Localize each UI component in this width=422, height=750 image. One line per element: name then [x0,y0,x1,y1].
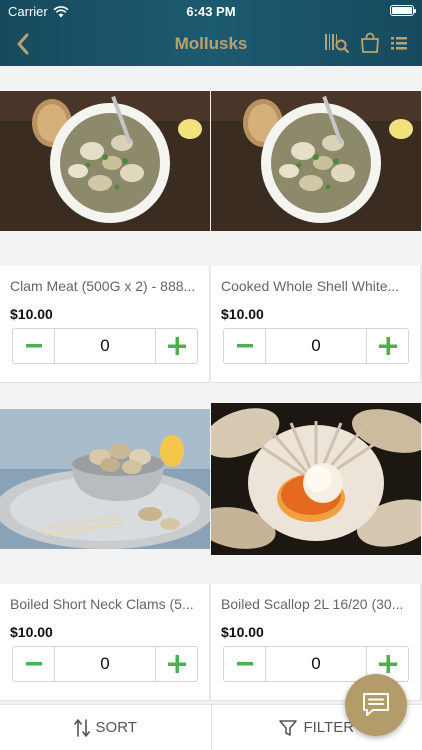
chat-button[interactable] [345,674,407,736]
nav-actions [324,32,408,54]
quantity-value[interactable]: 0 [55,647,155,681]
shopping-bag-icon[interactable] [360,32,380,54]
plus-icon [167,655,186,673]
barcode-search-icon[interactable] [324,32,350,54]
scallop-image [211,403,421,555]
quantity-stepper: 0 [223,328,409,364]
filter-label: FILTER [303,719,355,736]
product-image-area [211,384,421,584]
clams-tray-image [0,409,210,549]
list-menu-icon[interactable] [390,35,408,51]
quantity-value[interactable]: 0 [55,329,155,363]
app-header: Carrier 6:43 PM Mollusks [0,0,422,66]
decrement-button[interactable] [13,329,55,363]
increment-button[interactable] [366,329,408,363]
chat-bubble-icon [363,693,389,716]
product-image-area [211,66,421,266]
plus-icon [378,655,397,673]
status-bar: Carrier 6:43 PM [0,0,422,22]
product-image-area [0,384,210,584]
decrement-button[interactable] [224,329,266,363]
product-name: Cooked Whole Shell White... [221,278,400,294]
product-card[interactable]: Boiled Short Neck Clams (5... $10.00 0 [0,384,210,701]
nav-bar: Mollusks [0,22,422,66]
minus-icon [236,662,253,666]
clams-bowl-image [211,91,421,231]
filter-funnel-icon [279,719,298,736]
product-price: $10.00 [221,306,264,322]
quantity-stepper: 0 [12,328,198,364]
battery-icon [390,5,416,16]
product-image-area [0,66,210,266]
product-name: Boiled Scallop 2L 16/20 (30... [221,596,404,612]
product-name: Clam Meat (500G x 2) - 888... [10,278,196,294]
quantity-stepper: 0 [12,646,198,682]
quantity-value[interactable]: 0 [266,647,366,681]
product-card[interactable]: Boiled Scallop 2L 16/20 (30... $10.00 0 [211,384,421,701]
minus-icon [25,662,42,666]
product-card[interactable]: Clam Meat (500G x 2) - 888... $10.00 0 [0,66,210,383]
quantity-value[interactable]: 0 [266,329,366,363]
minus-icon [236,344,253,348]
increment-button[interactable] [155,329,197,363]
clams-bowl-image [0,91,210,231]
product-name: Boiled Short Neck Clams (5... [10,596,194,612]
decrement-button[interactable] [224,647,266,681]
sort-label: SORT [95,719,137,736]
product-price: $10.00 [10,306,53,322]
product-card[interactable]: Cooked Whole Shell White... $10.00 0 [211,66,421,383]
plus-icon [167,337,186,355]
plus-icon [378,337,397,355]
sort-button[interactable]: SORT [0,705,212,750]
clock: 6:43 PM [186,4,236,19]
decrement-button[interactable] [13,647,55,681]
product-price: $10.00 [221,624,264,640]
increment-button[interactable] [155,647,197,681]
minus-icon [25,344,42,348]
sort-arrows-icon [73,718,90,737]
product-price: $10.00 [10,624,53,640]
